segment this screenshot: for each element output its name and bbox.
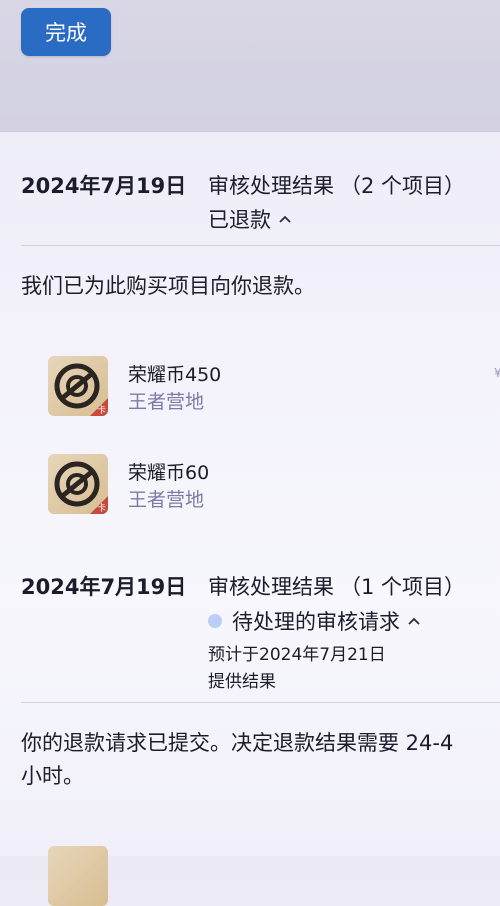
section-date: 2024年7月19日 xyxy=(21,575,187,599)
section-header: 审核处理结果 （1 个项目） xyxy=(208,571,465,601)
price-fragment: ¥ xyxy=(494,366,500,380)
divider xyxy=(21,702,500,703)
chevron-up-icon xyxy=(279,211,291,227)
item-name: 荣耀币60 xyxy=(128,462,210,484)
status-label: 已退款 xyxy=(208,208,271,232)
item-publisher: 王者营地 xyxy=(128,391,205,413)
status-label: 待处理的审核请求 xyxy=(232,610,400,634)
app-icon: 卡 xyxy=(48,356,108,416)
eta-text: 预计于2024年7月21日 xyxy=(208,645,386,665)
pending-status-toggle[interactable]: 待处理的审核请求 xyxy=(208,606,420,636)
svg-text:卡: 卡 xyxy=(97,502,106,514)
eta-text: 提供结果 xyxy=(208,672,276,692)
list-item[interactable]: 卡 荣耀币60 王者营地 xyxy=(48,454,209,514)
divider xyxy=(21,245,500,246)
section-title: 审核处理结果 xyxy=(208,174,334,198)
top-bar: 完成 xyxy=(0,0,500,132)
app-icon xyxy=(48,846,108,906)
list-item[interactable]: 卡 荣耀币450 王者营地 xyxy=(48,356,221,416)
list-item[interactable] xyxy=(48,846,108,906)
item-name: 荣耀币450 xyxy=(128,364,222,386)
section-header: 审核处理结果 （2 个项目） xyxy=(208,170,465,200)
section-title: 审核处理结果 xyxy=(208,575,334,599)
section-count: （2 个项目） xyxy=(340,174,466,198)
pending-message: 你的退款请求已提交。决定退款结果需要 24-4 xyxy=(21,731,454,755)
app-icon: 卡 xyxy=(48,454,108,514)
done-button[interactable]: 完成 xyxy=(21,8,111,56)
section-date: 2024年7月19日 xyxy=(21,174,187,198)
svg-text:卡: 卡 xyxy=(97,404,106,416)
section-count: （1 个项目） xyxy=(340,575,466,599)
item-publisher: 王者营地 xyxy=(128,489,205,511)
chevron-up-icon xyxy=(408,613,420,629)
refund-message: 我们已为此购买项目向你退款。 xyxy=(21,274,315,298)
pending-message: 小时。 xyxy=(21,764,84,788)
pending-dot-icon xyxy=(208,614,222,628)
refund-status-toggle[interactable]: 已退款 xyxy=(208,204,291,234)
